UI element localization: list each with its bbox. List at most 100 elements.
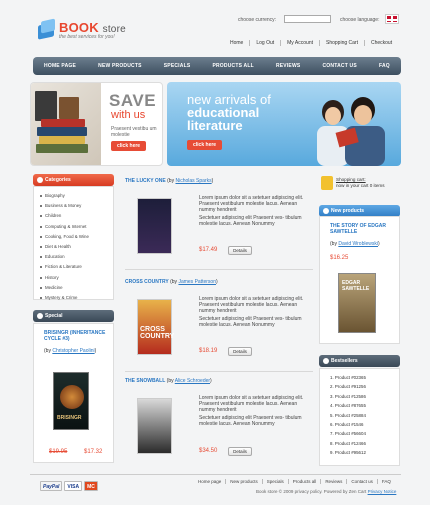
product-price: $18.19 — [199, 348, 218, 354]
product-text: Lorem ipsum dolor sit a setetuer adipisc… — [199, 395, 304, 413]
bestseller-item[interactable]: 3. Product #12586 — [330, 392, 366, 401]
bestseller-item[interactable]: 5. Product #25884 — [330, 411, 366, 420]
divider — [125, 269, 313, 270]
main-nav: HOME PAGE NEW PRODUCTS SPECIALS PRODUCTS… — [33, 57, 401, 75]
top-link-home[interactable]: Home — [224, 40, 251, 46]
save-subhead: with us — [111, 109, 146, 121]
books-image — [31, 83, 101, 165]
product-price: $34.50 — [199, 448, 218, 454]
category-item[interactable]: Mystery & Crime — [40, 293, 89, 303]
details-button[interactable]: Details — [228, 347, 252, 356]
bestseller-item[interactable]: 6. Product #1546 — [330, 420, 366, 429]
product-price: $17.49 — [199, 247, 218, 253]
nav-reviews[interactable]: REVIEWS — [276, 63, 300, 69]
bestseller-item[interactable]: 4. Product #87655 — [330, 401, 366, 410]
bestseller-item[interactable]: 7. Product #56604 — [330, 429, 366, 438]
category-item[interactable]: Biography — [40, 191, 89, 201]
nav-products-all[interactable]: PRODUCTS ALL — [212, 63, 253, 69]
save-click-button[interactable]: click here — [111, 141, 147, 151]
copyright: Book store © 2009 privacy policy. Powere… — [256, 489, 397, 494]
new-book-title[interactable]: THE STORY OF EDGAR SAWTELLE — [330, 223, 398, 235]
arrivals-banner: new arrivals of educational literature cl… — [167, 82, 401, 166]
special-price: $17.32 — [84, 449, 103, 455]
category-item[interactable]: Business & Money — [40, 201, 89, 211]
category-item[interactable]: Cooking, Food & Wine — [40, 232, 89, 242]
nav-new-products[interactable]: NEW PRODUCTS — [98, 63, 142, 69]
product-text: Lorem ipsum dolor sit a setetuer adipisc… — [199, 296, 304, 314]
product-cover[interactable] — [137, 398, 172, 454]
currency-label: choose currency: — [238, 17, 277, 23]
save-headline: SAVE — [109, 91, 157, 110]
new-book-cover[interactable]: EDGAR SAWTELLE — [338, 273, 376, 333]
visa-logo: VISA — [64, 481, 83, 491]
footer-link[interactable]: FAQ — [378, 479, 395, 484]
tagline: the best services for you! — [59, 34, 115, 40]
product-text-2: Sectetuer adipiscing elit Praesent ves- … — [199, 415, 302, 427]
category-item[interactable]: Education — [40, 252, 89, 262]
categories-box: Biography Business & Money Children Comp… — [33, 186, 114, 300]
footer-link[interactable]: Products all — [289, 479, 322, 484]
footer-link[interactable]: Home page — [194, 479, 227, 484]
mastercard-logo: MC — [84, 481, 98, 491]
bestsellers-box: 1. Product #02365 2. Product #91256 3. P… — [319, 368, 400, 466]
product-title-line: THE SNOWBALL (by Alice Schroeder) — [125, 378, 212, 384]
details-button[interactable]: Details — [228, 246, 252, 255]
special-heading: Special — [33, 310, 114, 322]
bestseller-item[interactable]: 2. Product #91256 — [330, 382, 366, 391]
save-banner: SAVE with us Praesent vestibu um molesti… — [30, 82, 163, 166]
nav-specials[interactable]: SPECIALS — [164, 63, 191, 69]
top-link-account[interactable]: My Account — [281, 40, 320, 46]
product-item: THE SNOWBALL (by Alice Schroeder) Lorem … — [125, 378, 313, 464]
top-links: Home Log Out My Account Shopping Cart Ch… — [224, 40, 398, 46]
bestseller-item[interactable]: 9. Product #95612 — [330, 448, 366, 457]
special-book-cover[interactable]: BRISINGR — [53, 372, 89, 430]
new-author-line: (by David Wroblewski) — [330, 241, 380, 247]
top-link-checkout[interactable]: Checkout — [365, 40, 398, 46]
top-link-logout[interactable]: Log Out — [250, 40, 282, 46]
category-item[interactable]: Computing & Internet — [40, 222, 89, 232]
product-title-line: CROSS COUNTRY (by James Patterson) — [125, 279, 218, 285]
category-item[interactable]: Diet & Health — [40, 242, 89, 252]
category-item[interactable]: Children — [40, 211, 89, 221]
special-book-title[interactable]: BRISINGR (INHERITANCE CYCLE #3) — [44, 330, 112, 342]
footer-link[interactable]: Reviews — [321, 479, 348, 484]
uk-flag-icon[interactable] — [385, 14, 399, 24]
save-text: Praesent vestibu um molestie — [111, 126, 157, 138]
category-item[interactable]: History — [40, 273, 89, 283]
category-item[interactable]: Fiction & Literature — [40, 262, 89, 272]
category-item[interactable]: Medicine — [40, 283, 89, 293]
categories-heading: Categories — [33, 174, 114, 186]
nav-contact[interactable]: CONTACT US — [323, 63, 357, 69]
currency-select[interactable] — [284, 15, 331, 23]
product-item: CROSS COUNTRY (by James Patterson) CROSS… — [125, 279, 313, 365]
product-title-line: THE LUCKY ONE (by Nicholas Sparks) — [125, 178, 214, 184]
product-text: Lorem ipsum dolor sit a setetuer adipisc… — [199, 195, 304, 213]
product-cover[interactable]: CROSS COUNTRY — [137, 299, 174, 355]
logo-icon[interactable] — [38, 18, 56, 40]
nav-faq[interactable]: FAQ — [379, 63, 390, 69]
footer-link[interactable]: Specials — [263, 479, 289, 484]
product-cover[interactable] — [137, 198, 172, 254]
language-label: choose language: — [340, 17, 380, 23]
paypal-logo: PayPal — [40, 481, 63, 491]
logo-title[interactable]: BOOK store — [59, 20, 126, 35]
details-button[interactable]: Details — [228, 447, 252, 456]
product-text-2: Sectetuer adipiscing elit Praesent ves- … — [199, 316, 302, 328]
footer-link[interactable]: New products — [226, 479, 263, 484]
product-item: THE LUCKY ONE (by Nicholas Sparks) Lorem… — [125, 178, 313, 264]
arrivals-click-button[interactable]: click here — [187, 140, 223, 150]
bestseller-item[interactable]: 1. Product #02365 — [330, 373, 366, 382]
special-author-line: (by Christopher Paolini) — [44, 348, 97, 354]
new-products-box: THE STORY OF EDGAR SAWTELLE (by David Wr… — [319, 216, 400, 344]
bestseller-item[interactable]: 8. Product #12466 — [330, 439, 366, 448]
nav-home[interactable]: HOME PAGE — [44, 63, 76, 69]
readers-image — [317, 97, 385, 166]
bestsellers-heading: Bestsellers — [319, 355, 400, 367]
cart-icon[interactable] — [321, 176, 333, 190]
footer-link[interactable]: Contact us — [347, 479, 378, 484]
divider — [125, 371, 313, 372]
top-link-cart[interactable]: Shopping Cart — [320, 40, 365, 46]
footer-divider — [30, 474, 401, 475]
new-price: $16.25 — [330, 255, 349, 261]
page: BOOK store the best services for you! ch… — [0, 0, 430, 505]
